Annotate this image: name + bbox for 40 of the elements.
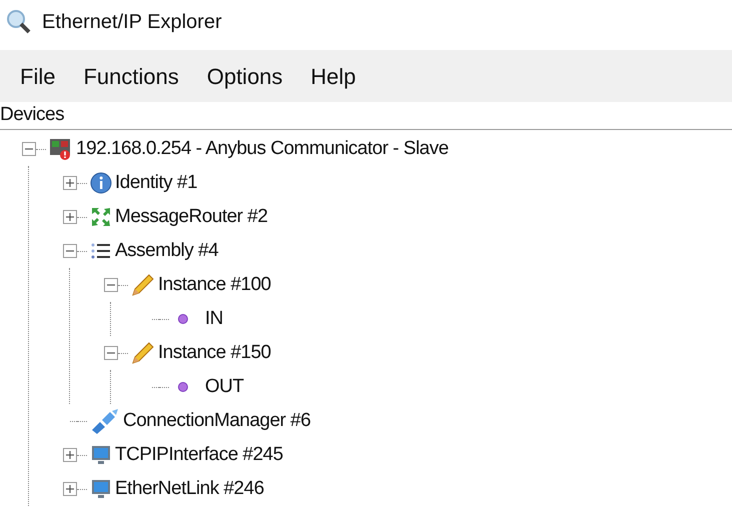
tree-item-label[interactable]: TCPIPInterface #245 <box>115 440 283 470</box>
window-title: Ethernet/IP Explorer <box>42 10 222 35</box>
expander-toggle[interactable] <box>63 482 77 496</box>
tree-item-label[interactable]: ConnectionManager #6 <box>123 406 311 436</box>
menu-item[interactable]: Functions <box>69 60 193 92</box>
plus-icon <box>66 485 74 493</box>
plus-icon <box>66 179 74 187</box>
tree-item-label[interactable]: Identity #1 <box>115 168 198 198</box>
tree-item-label[interactable]: Instance #100 <box>158 270 271 300</box>
menu-item[interactable]: Help <box>296 60 370 92</box>
monitor-icon <box>90 478 112 500</box>
expander-toggle[interactable] <box>104 278 118 292</box>
tree-item-label[interactable]: Assembly #4 <box>115 236 218 266</box>
arrows-icon <box>90 206 112 228</box>
tree-item-label[interactable]: OUT <box>205 372 244 402</box>
expander-toggle[interactable] <box>104 346 118 360</box>
pencil-icon <box>131 273 155 297</box>
tree-item-label[interactable]: 192.168.0.254 - Anybus Communicator - Slave <box>76 134 448 164</box>
tree-item-label[interactable]: EtherNetLink #246 <box>115 474 264 504</box>
dot-icon <box>177 381 189 393</box>
panel-title: Devices <box>0 102 64 126</box>
tree-item-label[interactable]: MessageRouter #2 <box>115 202 268 232</box>
plug-icon <box>90 408 120 434</box>
expander-toggle[interactable] <box>63 176 77 190</box>
pencil-icon <box>131 341 155 365</box>
menu-item[interactable]: File <box>6 60 70 92</box>
device-icon <box>49 137 73 161</box>
info-icon <box>90 172 112 194</box>
expander-toggle[interactable] <box>63 448 77 462</box>
expander-toggle[interactable] <box>22 142 36 156</box>
expander-toggle[interactable] <box>63 244 77 258</box>
menu-item[interactable]: Options <box>192 60 297 92</box>
magnifier-icon <box>6 9 32 35</box>
tree-item-label[interactable]: Instance #150 <box>158 338 271 368</box>
tree-item-label[interactable]: IN <box>205 304 223 334</box>
expander-toggle[interactable] <box>63 210 77 224</box>
plus-icon <box>66 451 74 459</box>
dot-icon <box>177 313 189 325</box>
monitor-icon <box>90 444 112 466</box>
plus-icon <box>66 213 74 221</box>
